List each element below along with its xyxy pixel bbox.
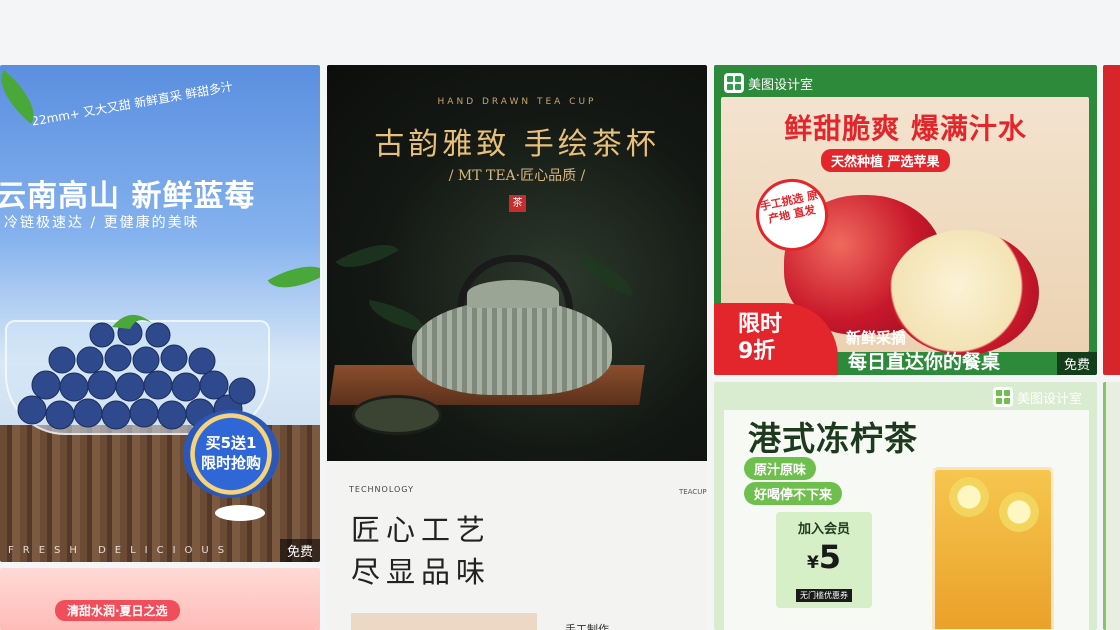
blueberry-tagline: 22mm+ 又大又甜 新鲜直采 鲜甜多汁 — [30, 79, 234, 129]
brand-name: 美图设计室 — [1016, 391, 1082, 407]
craft-heading: 匠心工艺 尽显品味 — [351, 509, 491, 593]
lemon-slice-image — [999, 492, 1039, 532]
price-value: 5 — [818, 538, 842, 576]
promo-line-1: 限时 — [738, 312, 783, 337]
brand-mark: 美图设计室 — [992, 387, 1082, 407]
price: ¥5 — [776, 537, 872, 583]
member-label: 加入会员 — [797, 522, 850, 537]
template-card-partial[interactable] — [1103, 65, 1120, 375]
template-card-apple[interactable]: 美图设计室 鲜甜脆爽 爆满汁水 天然种植 严选苹果 手工挑选 原产地 直发 限时… — [714, 65, 1097, 375]
coupon-label: 无门槛优惠券 — [796, 589, 852, 602]
pink-pill: 清甜水润·夏日之选 — [55, 600, 180, 621]
plant-decoration — [335, 231, 399, 281]
technology-label: TECHNOLOGY — [349, 485, 414, 494]
promo-badge: 买5送1 限时抢购 — [183, 410, 279, 498]
teapot-photo: HAND DRAWN TEA CUP 古韵雅致 手绘茶杯 / MT TEA·匠心… — [327, 65, 707, 461]
tea-brand-line: / MT TEA·匠心品质 / — [448, 168, 586, 184]
template-card-teacup[interactable]: HAND DRAWN TEA CUP 古韵雅致 手绘茶杯 / MT TEA·匠心… — [327, 65, 707, 630]
meitu-logo-icon — [724, 73, 744, 93]
blueberry-subtitle: 冷链极速达 / 更健康的美味 — [4, 215, 200, 231]
teapot-lid — [467, 280, 559, 308]
brand-name: 美图设计室 — [748, 77, 814, 93]
blueberry-footer-text: FRESH DELICIOUS — [8, 545, 234, 556]
fresh-label: 新鲜采摘 — [846, 329, 907, 347]
template-card-watermelon[interactable]: 清甜水润·夏日之选 — [0, 568, 320, 630]
feature-chip: 原汁原味 — [744, 457, 817, 480]
price-symbol: ¥ — [806, 553, 819, 573]
tea-title: 古韵雅致 手绘茶杯 — [374, 127, 660, 162]
apple-title: 鲜甜脆爽 爆满汁水 — [784, 112, 1027, 145]
badge-line-1: 买5送1 — [205, 434, 257, 452]
feature-chip: 好喝停不下来 — [744, 482, 843, 505]
flower-decoration — [215, 505, 265, 521]
teapot-body — [412, 300, 612, 395]
vertical-text: TEACUP — [679, 488, 707, 496]
template-gallery: 22mm+ 又大又甜 新鲜直采 鲜甜多汁 云南高山 新鲜蓝莓 冷链极速达 / 更… — [0, 0, 1120, 630]
badge-line-2: 限时抢购 — [200, 454, 261, 472]
craft-line-2: 尽显品味 — [351, 555, 492, 589]
blueberry-title: 云南高山 新鲜蓝莓 — [0, 179, 256, 214]
tea-en-title: HAND DRAWN TEA CUP — [437, 97, 597, 107]
member-coupon: 加入会员 ¥5 无门槛优惠券 — [776, 512, 872, 608]
plant-decoration — [575, 255, 639, 297]
brand-mark: 美图设计室 — [724, 73, 813, 93]
template-card-partial[interactable] — [1103, 382, 1120, 630]
lemon-slice-image — [949, 477, 989, 517]
template-card-lemon-tea[interactable]: 美图设计室 港式冻柠茶 原汁原味 好喝停不下来 加入会员 ¥5 无门槛优惠券 — [714, 382, 1097, 630]
apple-half-image — [889, 230, 1039, 355]
tea-leaf-dish — [352, 395, 442, 435]
promo-corner: 限时 9折 — [714, 303, 838, 375]
free-tag: 免费 — [279, 539, 320, 562]
leaf-decoration — [267, 252, 320, 302]
tea-caption: 手工制作 — [565, 623, 609, 630]
free-tag: 免费 — [1056, 352, 1097, 375]
promo-line-2: 9折 — [738, 339, 776, 364]
plant-decoration — [365, 299, 429, 333]
apple-pill: 天然种植 严选苹果 — [821, 149, 950, 172]
lemon-tea-title: 港式冻柠茶 — [748, 419, 918, 458]
craft-line-1: 匠心工艺 — [351, 513, 492, 547]
daily-label: 每日直达你的餐桌 — [848, 351, 1001, 373]
hand-photo — [351, 613, 537, 630]
template-card-blueberry[interactable]: 22mm+ 又大又甜 新鲜直采 鲜甜多汁 云南高山 新鲜蓝莓 冷链极速达 / 更… — [0, 65, 320, 562]
meitu-logo-icon — [992, 387, 1013, 407]
tea-seal: 茶 — [509, 195, 526, 212]
